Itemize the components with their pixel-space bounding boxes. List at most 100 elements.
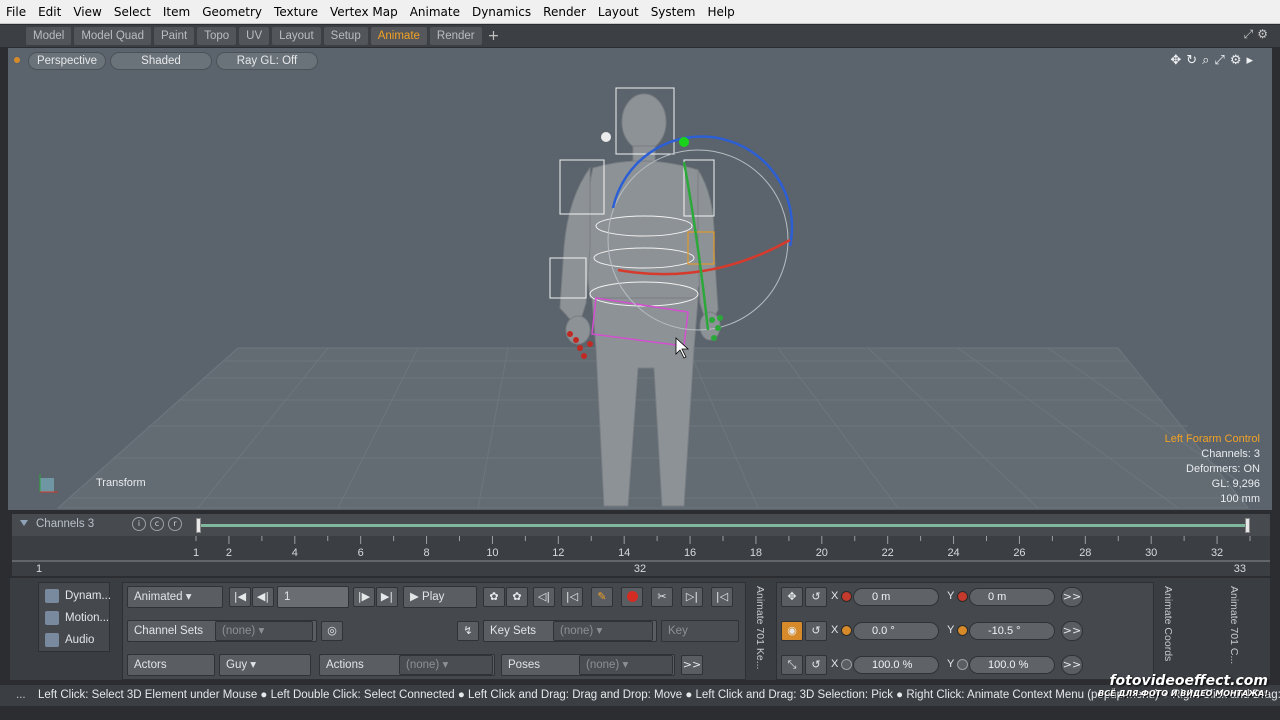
tab-animate[interactable]: Animate bbox=[370, 27, 427, 45]
status-menu-button[interactable]: ... bbox=[16, 685, 26, 706]
window-controls-icon[interactable]: ⤢⚙ bbox=[1244, 27, 1272, 42]
actors-button[interactable]: Actors bbox=[127, 654, 215, 676]
next-frame-icon[interactable]: |▶ bbox=[353, 587, 375, 607]
channel-sets-dropdown[interactable]: (none) ▾ bbox=[215, 621, 313, 641]
next-key-icon[interactable]: |◁ bbox=[561, 587, 583, 607]
menu-vertex-map[interactable]: Vertex Map bbox=[324, 0, 404, 24]
pos-x-field[interactable]: 0 m bbox=[853, 588, 939, 606]
actions-dropdown[interactable]: (none) ▾ bbox=[399, 655, 493, 675]
tool-label: Transform bbox=[96, 477, 146, 489]
step-back-icon[interactable]: |◁ bbox=[711, 587, 733, 607]
pos-more-button[interactable]: >> bbox=[1061, 587, 1083, 607]
prev-frame-icon[interactable]: ◀| bbox=[252, 587, 274, 607]
audio-button[interactable]: Audio bbox=[43, 630, 94, 650]
r-icon[interactable]: r bbox=[168, 517, 182, 531]
menu-item[interactable]: Item bbox=[157, 0, 196, 24]
tab-model[interactable]: Model bbox=[26, 27, 72, 45]
menu-layout[interactable]: Layout bbox=[592, 0, 645, 24]
menu-system[interactable]: System bbox=[645, 0, 702, 24]
keyframe-icon[interactable]: ✎ bbox=[591, 587, 613, 607]
animate-coords-tab[interactable]: Animate Coords bbox=[1162, 586, 1174, 680]
menu-view[interactable]: View bbox=[67, 0, 107, 24]
scl-more-button[interactable]: >> bbox=[1061, 655, 1083, 675]
tab-topo[interactable]: Topo bbox=[197, 27, 237, 45]
position-reset-icon[interactable]: ↺ bbox=[805, 587, 827, 607]
ruler-tick-label: 20 bbox=[816, 547, 828, 559]
c-icon[interactable]: c bbox=[150, 517, 164, 531]
menu-edit[interactable]: Edit bbox=[32, 0, 67, 24]
poses-dropdown[interactable]: (none) ▾ bbox=[579, 655, 673, 675]
menu-help[interactable]: Help bbox=[701, 0, 740, 24]
tab-model-quad[interactable]: Model Quad bbox=[74, 27, 151, 45]
frame-ruler[interactable]: 1 2 4 6 8 10 12 14 16 18 20 22 24 26 28 30 32 1 32 33 bbox=[12, 536, 1270, 576]
tab-paint[interactable]: Paint bbox=[153, 27, 195, 45]
pos-y-field[interactable]: 0 m bbox=[969, 588, 1055, 606]
animate-keys-tab[interactable]: Animate 701 Ke... bbox=[754, 586, 766, 680]
record-icon[interactable] bbox=[621, 587, 643, 607]
collapse-arrow-icon[interactable] bbox=[20, 520, 28, 526]
motion-button[interactable]: Motion... bbox=[43, 608, 109, 628]
frame-field[interactable]: 1 bbox=[277, 586, 349, 608]
watermark-site: fotovideoeffect.com bbox=[1109, 673, 1268, 689]
watermark-slogan: ВСЁ ДЛЯ ФОТО И ВИДЕО МОНТАЖА! bbox=[1098, 689, 1268, 698]
rot-more-button[interactable]: >> bbox=[1061, 621, 1083, 641]
last-frame-icon[interactable]: ▶| bbox=[376, 587, 398, 607]
scrub-start-handle[interactable] bbox=[196, 518, 201, 533]
pos-y-key-icon[interactable] bbox=[957, 591, 968, 602]
tab-layout[interactable]: Layout bbox=[272, 27, 321, 45]
dynamics-button[interactable]: Dynam... bbox=[43, 586, 111, 606]
channel-sets-add-icon[interactable]: ◎ bbox=[321, 621, 343, 641]
add-tab-icon[interactable]: + bbox=[488, 28, 500, 44]
scrub-end-handle[interactable] bbox=[1245, 518, 1250, 533]
scale-reset-icon[interactable]: ↺ bbox=[805, 655, 827, 675]
menu-animate[interactable]: Animate bbox=[404, 0, 466, 24]
tab-uv[interactable]: UV bbox=[239, 27, 270, 45]
scl-x-field[interactable]: 100.0 % bbox=[853, 656, 939, 674]
key-button[interactable]: Key bbox=[661, 620, 739, 642]
move-tool-icon[interactable]: ✥ bbox=[781, 587, 803, 607]
play-button[interactable]: ▶ Play bbox=[403, 586, 477, 608]
menu-dynamics[interactable]: Dynamics bbox=[466, 0, 537, 24]
rotation-reset-icon[interactable]: ↺ bbox=[805, 621, 827, 641]
more-button[interactable]: >> bbox=[681, 655, 703, 675]
menu-select[interactable]: Select bbox=[108, 0, 157, 24]
menu-file[interactable]: File bbox=[0, 0, 32, 24]
scl-y-field[interactable]: 100.0 % bbox=[969, 656, 1055, 674]
time-scrubber[interactable] bbox=[196, 518, 1250, 533]
animate-701-tab[interactable]: Animate 701 C... bbox=[1228, 586, 1240, 680]
actor-dropdown[interactable]: Guy ▾ bbox=[219, 654, 311, 676]
tab-render[interactable]: Render bbox=[429, 27, 482, 45]
animated-dropdown[interactable]: Animated ▾ bbox=[127, 586, 223, 608]
scale-tool-icon[interactable]: ⤡ bbox=[781, 655, 803, 675]
layout-tabs: Model Model Quad Paint Topo UV Layout Setup Ani… bbox=[0, 25, 1280, 47]
first-frame-icon[interactable]: |◀ bbox=[229, 587, 251, 607]
rot-y-field[interactable]: -10.5 ° bbox=[969, 622, 1055, 640]
scl-x-key-icon[interactable] bbox=[841, 659, 852, 670]
prev-key-icon[interactable]: ◁| bbox=[533, 587, 555, 607]
key-filter-icon[interactable]: ✿ bbox=[506, 587, 528, 607]
auto-key-icon[interactable]: ✿ bbox=[483, 587, 505, 607]
scl-y-label: Y bbox=[947, 658, 955, 670]
ruler-tick-label: 1 bbox=[193, 547, 199, 559]
rotate-tool-icon[interactable]: ◉ bbox=[781, 621, 803, 641]
pos-x-key-icon[interactable] bbox=[841, 591, 852, 602]
menu-render[interactable]: Render bbox=[537, 0, 592, 24]
menu-texture[interactable]: Texture bbox=[268, 0, 324, 24]
window-bottom-edge bbox=[0, 706, 1280, 720]
info-icon[interactable]: i bbox=[132, 517, 146, 531]
ruler-tick-label: 30 bbox=[1145, 547, 1157, 559]
ruler-tick-label: 28 bbox=[1079, 547, 1091, 559]
scl-y-key-icon[interactable] bbox=[957, 659, 968, 670]
key-sets-apply-icon[interactable]: ↯ bbox=[457, 621, 479, 641]
menu-geometry[interactable]: Geometry bbox=[196, 0, 268, 24]
rot-x-field[interactable]: 0.0 ° bbox=[853, 622, 939, 640]
delete-key-icon[interactable]: ✂ bbox=[651, 587, 673, 607]
tab-setup[interactable]: Setup bbox=[323, 27, 368, 45]
info-title: Left Forarm Control bbox=[1164, 433, 1260, 445]
rot-y-key-icon[interactable] bbox=[957, 625, 968, 636]
key-sets-dropdown[interactable]: (none) ▾ bbox=[553, 621, 653, 641]
step-forward-icon[interactable]: ▷| bbox=[681, 587, 703, 607]
rot-x-key-icon[interactable] bbox=[841, 625, 852, 636]
ruler-tick-label: 32 bbox=[1211, 547, 1223, 559]
3d-viewport[interactable]: Perspective Shaded Ray GL: Off ✥↻⌕⤢⚙▸ Tr… bbox=[8, 48, 1272, 510]
